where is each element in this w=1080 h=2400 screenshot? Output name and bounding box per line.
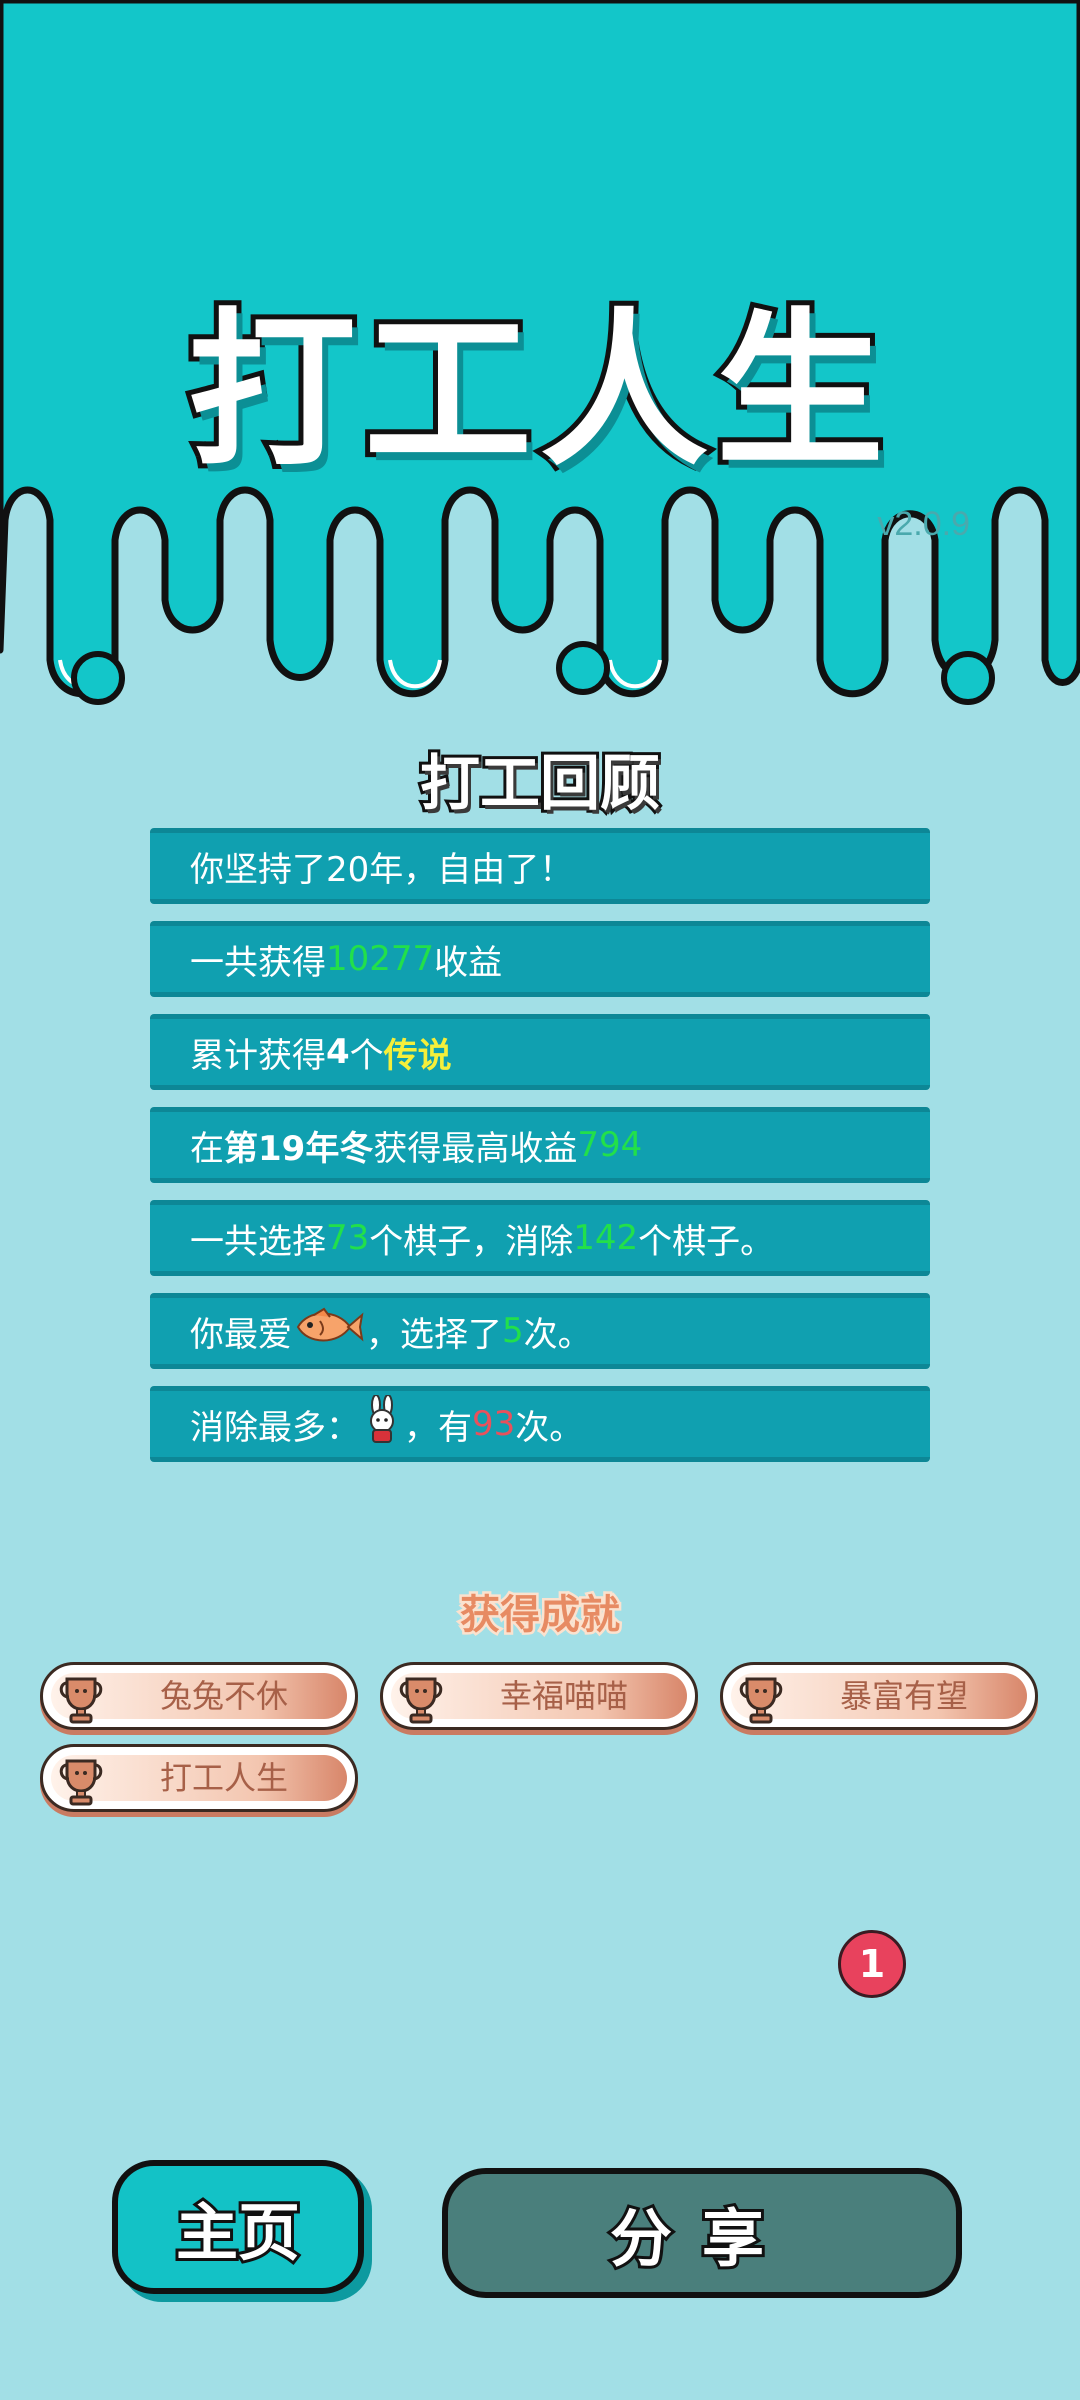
review-row: 你最爱 ，选择了 5 次。	[150, 1293, 930, 1369]
home-button[interactable]: 主页	[112, 2160, 364, 2294]
review-text: 次。	[515, 1407, 584, 1448]
achievement-badge[interactable]: 兔兔不休	[40, 1662, 358, 1730]
review-text: 个	[349, 1035, 384, 1076]
review-text: 在	[190, 1128, 224, 1169]
review-row: 在 第19年冬 获得最高收益 794	[150, 1107, 930, 1183]
review-text: 你坚持了20年，自由了！	[190, 849, 574, 890]
trophy-icon	[57, 1673, 105, 1729]
achievement-badge[interactable]: 暴富有望	[720, 1662, 1038, 1730]
review-text: 一共选择	[190, 1221, 326, 1262]
review-text: ，有	[404, 1407, 472, 1448]
share-button[interactable]: 分享	[442, 2168, 962, 2298]
achievement-label: 打工人生	[159, 1759, 288, 1797]
achievement-label: 兔兔不休	[159, 1677, 288, 1715]
review-text: 消除最多：	[190, 1407, 360, 1448]
version-label: v2.0.9	[877, 505, 970, 543]
trophy-icon	[397, 1673, 445, 1729]
review-row: 一共获得 10277 收益	[150, 921, 930, 997]
achievement-label: 暴富有望	[839, 1677, 968, 1715]
rabbit-icon	[362, 1393, 402, 1454]
header: 打工人生 v2.0.9	[0, 0, 1080, 720]
review-text: 累计获得	[190, 1035, 326, 1076]
review-row: 累计获得 4 个传说	[150, 1014, 930, 1090]
review-text: 传说	[383, 1035, 452, 1076]
review-text: 5	[502, 1311, 524, 1351]
review-text: 你最爱	[190, 1314, 292, 1355]
achievement-badge[interactable]: 打工人生	[40, 1744, 358, 1812]
review-text: 142	[573, 1218, 639, 1258]
review-text: 个棋子，消除	[369, 1221, 574, 1262]
review-list: 你坚持了20年，自由了！ 一共获得 10277 收益 累计获得 4 个传说 在 第19年…	[150, 828, 930, 1479]
fish-icon	[294, 1305, 364, 1358]
review-text: 次。	[523, 1314, 592, 1355]
review-text: 73	[326, 1218, 370, 1258]
review-text: ，选择了	[366, 1314, 502, 1355]
review-row: 消除最多： ，有 93 次。	[150, 1386, 930, 1462]
review-text: 个棋子。	[638, 1221, 775, 1262]
review-text: 获得最高收益	[373, 1128, 578, 1169]
review-text: 一共获得	[190, 942, 326, 983]
review-text: 第19年冬	[224, 1128, 374, 1169]
trophy-icon	[57, 1755, 105, 1811]
trophy-icon	[737, 1673, 785, 1729]
review-row: 你坚持了20年，自由了！	[150, 828, 930, 904]
review-text: 收益	[434, 942, 503, 983]
review-text: 794	[577, 1125, 643, 1165]
achievement-label: 幸福喵喵	[499, 1677, 628, 1715]
achievement-badge[interactable]: 幸福喵喵	[380, 1662, 698, 1730]
review-text: 10277	[326, 939, 435, 979]
achievements-title: 获得成就	[458, 1590, 623, 1641]
notification-badge[interactable]: 1	[838, 1930, 906, 1998]
review-row: 一共选择 73 个棋子，消除 142 个棋子。	[150, 1200, 930, 1276]
review-text: 4	[326, 1032, 350, 1072]
review-title: 打工回顾	[417, 746, 663, 822]
game-title: 打工人生	[183, 288, 892, 494]
review-text: 93	[472, 1404, 516, 1444]
